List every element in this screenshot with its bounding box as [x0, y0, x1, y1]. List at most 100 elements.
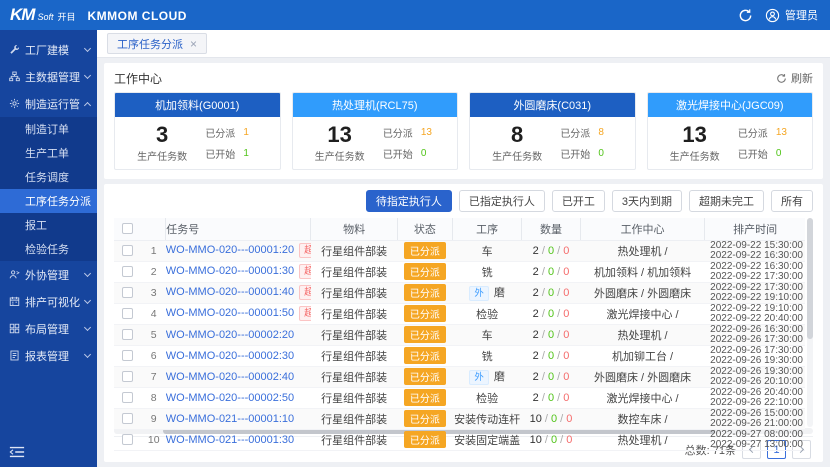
- sidebar-item-6[interactable]: 报表管理: [0, 342, 97, 369]
- started-value: 0: [421, 148, 435, 159]
- column-header-状态[interactable]: 状态: [397, 218, 452, 240]
- quantity-value: 10: [530, 413, 542, 425]
- sidebar-item-label: 制造运行管理: [25, 96, 80, 112]
- column-header-排产时间[interactable]: 排产时间: [705, 218, 805, 240]
- table-row[interactable]: 10WO-MMO-021---00001:30行星组件部装已分派安装固定端盖10…: [114, 429, 805, 450]
- sidebar-item-3[interactable]: 外协管理: [0, 261, 97, 288]
- table-row[interactable]: 8WO-MMO-020---00002:50行星组件部装已分派检验2 / 0 /…: [114, 387, 805, 408]
- filter-button-待指定执行人[interactable]: 待指定执行人: [366, 190, 452, 212]
- tab-process-task-dispatch[interactable]: 工序任务分派 ×: [107, 33, 207, 54]
- row-checkbox[interactable]: [122, 245, 133, 256]
- tab-bar: 工序任务分派 ×: [97, 30, 830, 58]
- row-checkbox[interactable]: [122, 434, 133, 445]
- table-row[interactable]: 6WO-MMO-020---00002:30行星组件部装已分派铣2 / 0 / …: [114, 345, 805, 366]
- quantity-value: 0: [566, 434, 572, 446]
- status-badge: 已分派: [404, 410, 446, 427]
- cell-material: 行星组件部装: [311, 366, 397, 387]
- workcenter-cards: 机加领料(G0001)3生产任务数已分派1已开始1热处理机(RCL75)13生产…: [114, 92, 813, 170]
- sidebar-item-0[interactable]: 工厂建模: [0, 36, 97, 63]
- row-checkbox[interactable]: [122, 308, 133, 319]
- filter-button-3天内到期[interactable]: 3天内到期: [612, 190, 682, 212]
- task-number-link[interactable]: WO-MMO-020---00002:40: [166, 371, 294, 383]
- task-number-link[interactable]: WO-MMO-020---00002:30: [166, 350, 294, 362]
- sidebar-subitem-生产工单[interactable]: 生产工单: [0, 141, 97, 165]
- table-row[interactable]: 1WO-MMO-020---00001:20超期行星组件部装已分派车2 / 0 …: [114, 240, 805, 261]
- select-all-checkbox[interactable]: [122, 223, 133, 234]
- task-number-link[interactable]: WO-MMO-020---00001:30: [166, 265, 294, 277]
- filter-button-超期未完工[interactable]: 超期未完工: [689, 190, 764, 212]
- task-number-link[interactable]: WO-MMO-020---00001:20: [166, 244, 294, 256]
- workcenter-card-title[interactable]: 激光焊接中心(JGC09): [648, 93, 813, 117]
- table-row[interactable]: 4WO-MMO-020---00001:50超期行星组件部装已分派检验2 / 0…: [114, 303, 805, 324]
- cell-schedule-time: 2022-09-22 15:30:002022-09-22 16:30:00: [705, 240, 805, 261]
- row-checkbox[interactable]: [122, 266, 133, 277]
- quantity-separator: /: [542, 434, 551, 446]
- row-number: 10: [148, 434, 160, 446]
- quantity-separator: /: [539, 245, 548, 257]
- column-header-工序[interactable]: 工序: [453, 218, 522, 240]
- sidebar-item-label: 工厂建模: [25, 42, 80, 58]
- table-row[interactable]: 7WO-MMO-020---00002:40行星组件部装已分派外磨2 / 0 /…: [114, 366, 805, 387]
- task-number-link[interactable]: WO-MMO-021---00001:30: [166, 434, 294, 446]
- cell-material: 行星组件部装: [311, 282, 397, 303]
- table-row[interactable]: 3WO-MMO-020---00001:40超期行星组件部装已分派外磨2 / 0…: [114, 282, 805, 303]
- table-row[interactable]: 9WO-MMO-021---00001:10行星组件部装已分派安装传动连杆10 …: [114, 408, 805, 429]
- sidebar-subitem-任务调度[interactable]: 任务调度: [0, 165, 97, 189]
- row-checkbox[interactable]: [122, 392, 133, 403]
- tab-close-icon[interactable]: ×: [190, 38, 197, 50]
- refresh-icon[interactable]: [738, 8, 753, 23]
- filter-button-已指定执行人[interactable]: 已指定执行人: [459, 190, 545, 212]
- quantity-separator: /: [554, 266, 563, 278]
- sidebar-subitem-检验任务[interactable]: 检验任务: [0, 237, 97, 261]
- status-badge: 已分派: [404, 305, 446, 322]
- user-menu[interactable]: 管理员: [765, 7, 818, 23]
- column-header-工作中心[interactable]: 工作中心: [580, 218, 704, 240]
- row-checkbox[interactable]: [122, 287, 133, 298]
- row-checkbox[interactable]: [122, 413, 133, 424]
- quantity-separator: /: [554, 392, 563, 404]
- table-row[interactable]: 2WO-MMO-020---00001:30超期行星组件部装已分派铣2 / 0 …: [114, 261, 805, 282]
- task-number-link[interactable]: WO-MMO-021---00001:10: [166, 413, 294, 425]
- workcenter-card-title[interactable]: 外圆磨床(C031): [470, 93, 635, 117]
- vertical-scrollbar[interactable]: [807, 218, 813, 427]
- row-checkbox[interactable]: [122, 371, 133, 382]
- vertical-scrollbar-thumb[interactable]: [807, 218, 813, 339]
- sidebar-subitem-报工[interactable]: 报工: [0, 213, 97, 237]
- quantity-separator: /: [554, 245, 563, 257]
- filter-button-已开工[interactable]: 已开工: [552, 190, 605, 212]
- quantity-separator: /: [554, 287, 563, 299]
- page-body: 工作中心 刷新 机加领料(G0001)3生产任务数已分派1已开始1热处理机(RC…: [97, 58, 830, 467]
- sidebar-item-5[interactable]: 布局管理: [0, 315, 97, 342]
- column-header-任务号[interactable]: 任务号: [166, 218, 311, 240]
- started-value: 1: [243, 148, 257, 159]
- cell-quantity: 10 / 0 / 0: [522, 429, 581, 450]
- sidebar-item-4[interactable]: 排产可视化: [0, 288, 97, 315]
- factory-icon: [9, 98, 20, 109]
- task-number-link[interactable]: WO-MMO-020---00002:20: [166, 329, 294, 341]
- task-number-link[interactable]: WO-MMO-020---00002:50: [166, 392, 294, 404]
- task-number-link[interactable]: WO-MMO-020---00001:50: [166, 307, 294, 319]
- outsourced-tag: 外: [469, 370, 489, 385]
- row-checkbox[interactable]: [122, 329, 133, 340]
- sidebar-subitem-制造订单[interactable]: 制造订单: [0, 117, 97, 141]
- filter-button-所有[interactable]: 所有: [771, 190, 813, 212]
- refresh-button[interactable]: 刷新: [776, 70, 813, 86]
- workcenter-card-title[interactable]: 机加领料(G0001): [115, 93, 280, 117]
- sidebar-subitem-工序任务分派[interactable]: 工序任务分派: [0, 189, 97, 213]
- workcenter-card-total: 13生产任务数: [670, 123, 720, 163]
- sidebar-item-1[interactable]: 主数据管理: [0, 63, 97, 90]
- sidebar-collapse-icon[interactable]: [9, 445, 25, 459]
- task-number-link[interactable]: WO-MMO-020---00001:40: [166, 286, 294, 298]
- column-header-物料[interactable]: 物料: [311, 218, 397, 240]
- table-row[interactable]: 5WO-MMO-020---00002:20行星组件部装已分派车2 / 0 / …: [114, 324, 805, 345]
- row-number-header: [142, 218, 166, 240]
- sidebar-item-2[interactable]: 制造运行管理: [0, 90, 97, 117]
- sidebar-subitem-label: 报工: [25, 217, 47, 233]
- quantity-value: 0: [563, 287, 569, 299]
- task-table: 任务号物料状态工序数量工作中心排产时间 1WO-MMO-020---00001:…: [114, 218, 805, 451]
- cell-status: 已分派: [397, 366, 452, 387]
- column-header-数量[interactable]: 数量: [522, 218, 581, 240]
- row-checkbox[interactable]: [122, 350, 133, 361]
- cell-task-number: WO-MMO-020---00002:40: [166, 366, 311, 387]
- workcenter-card-title[interactable]: 热处理机(RCL75): [293, 93, 458, 117]
